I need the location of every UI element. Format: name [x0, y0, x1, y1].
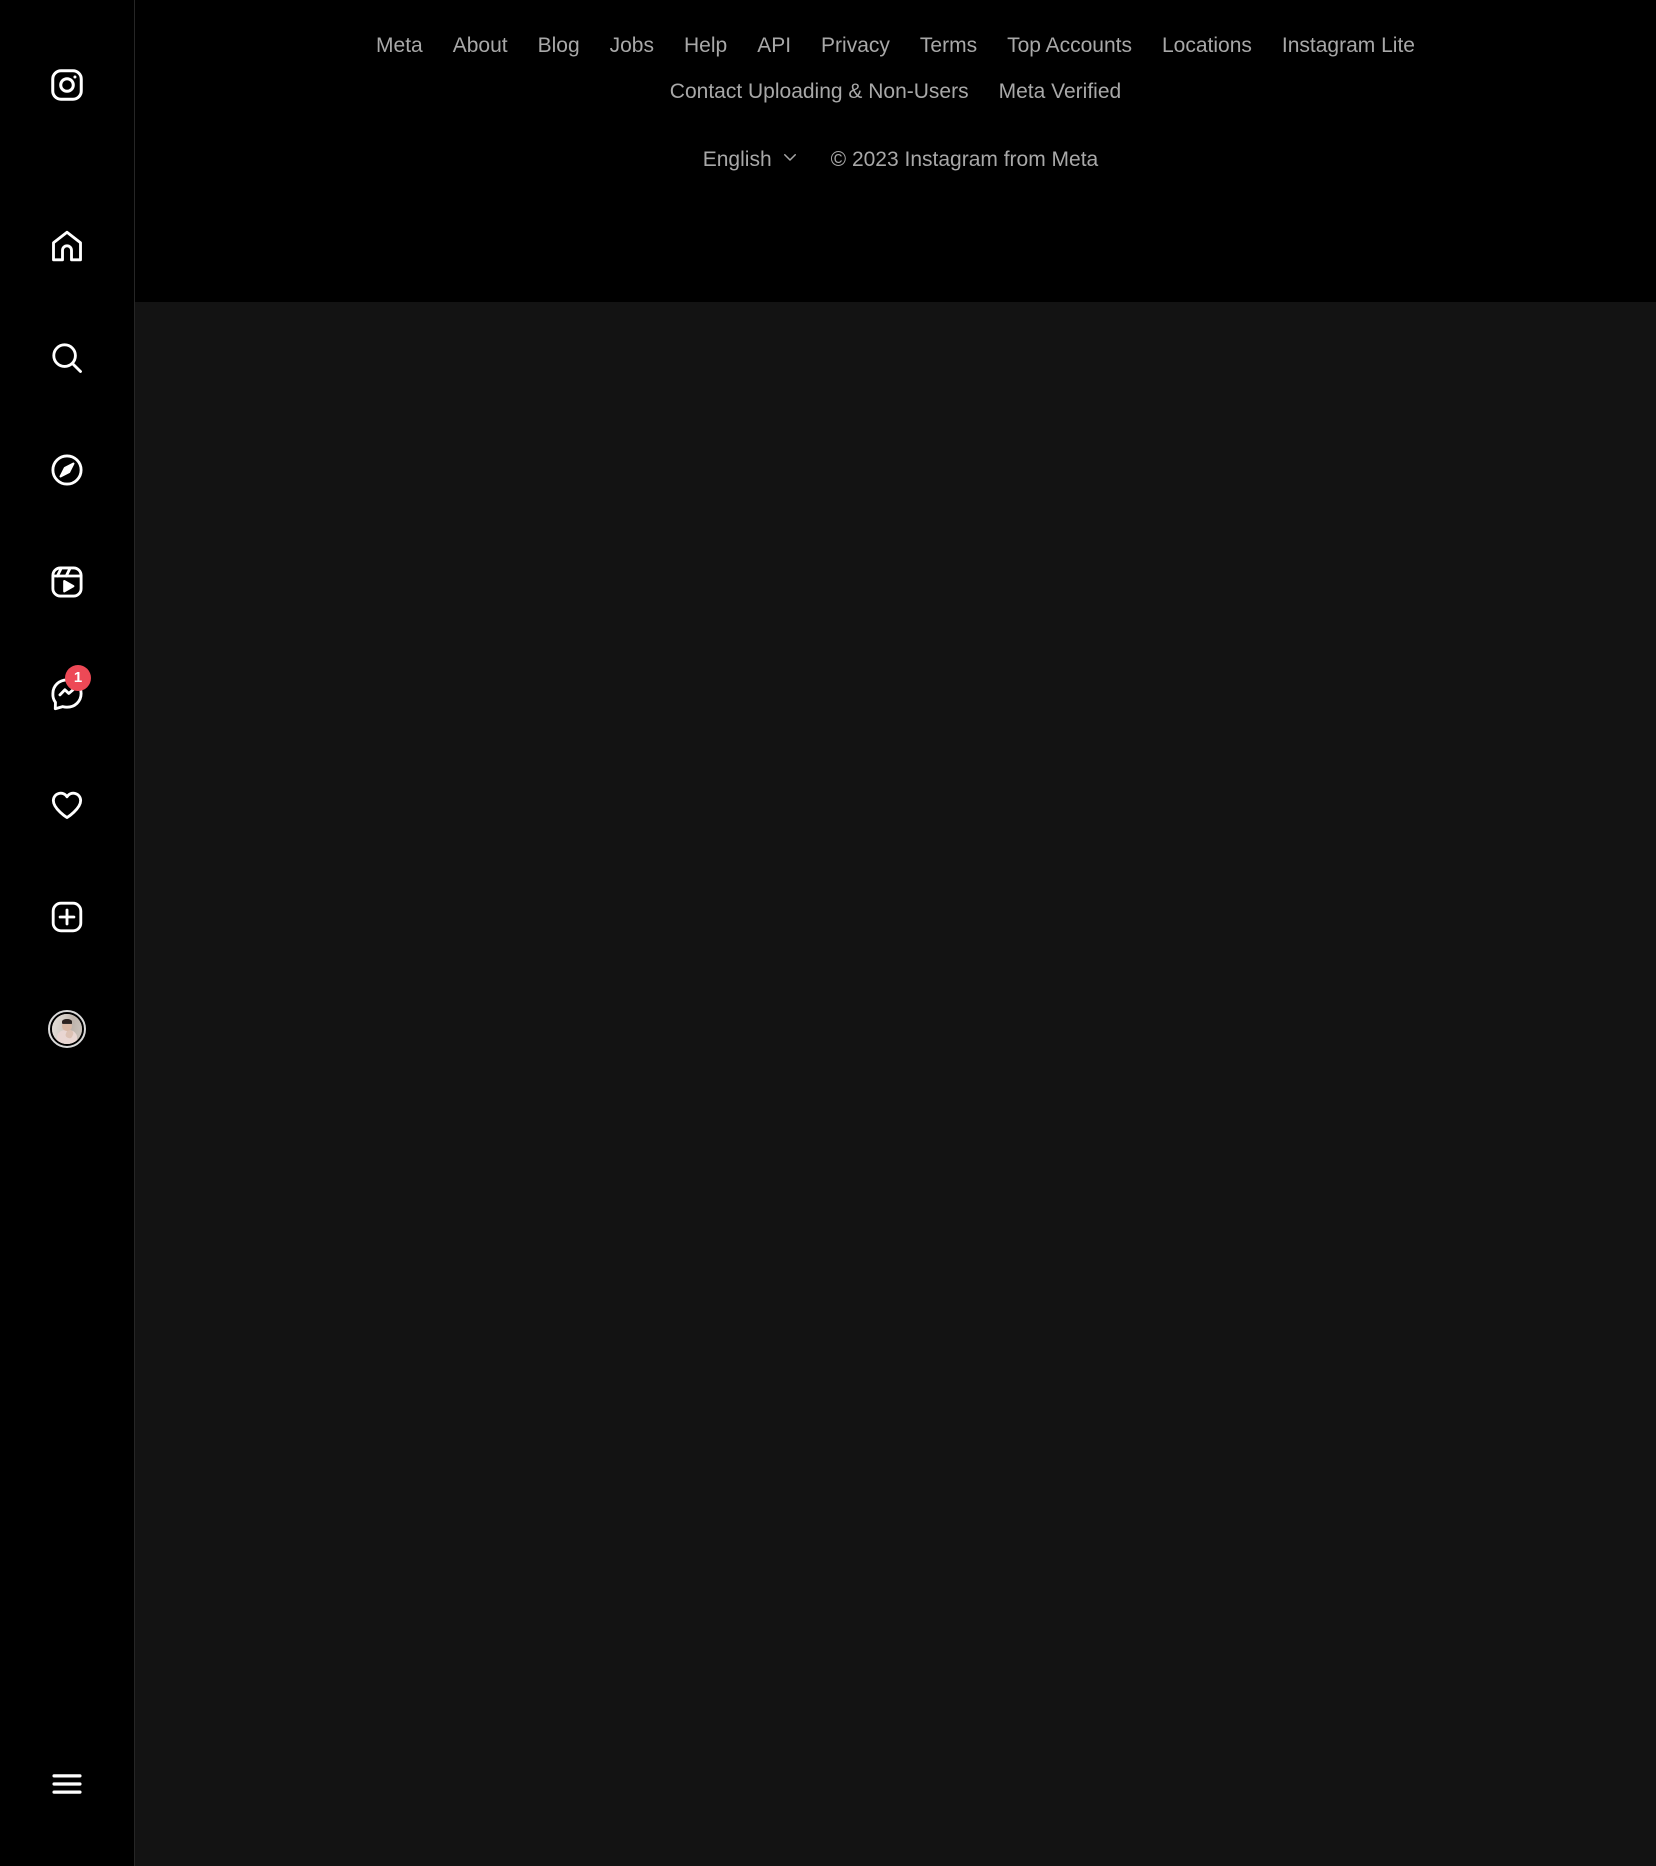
footer-link-jobs[interactable]: Jobs: [595, 33, 669, 59]
footer-meta-row: English © 2023 Instagram from Meta: [135, 147, 1656, 173]
search-icon: [49, 340, 85, 376]
chevron-down-icon: [781, 147, 799, 173]
footer-link-meta[interactable]: Meta: [361, 33, 438, 59]
sidebar-item-create[interactable]: [0, 885, 134, 949]
sidebar-item-messages[interactable]: 1: [0, 662, 134, 726]
footer-link-about[interactable]: About: [438, 33, 523, 59]
avatar-image: [52, 1014, 82, 1044]
footer-link-locations[interactable]: Locations: [1147, 33, 1267, 59]
home-icon: [49, 228, 85, 264]
footer-link-instagram-lite[interactable]: Instagram Lite: [1267, 33, 1430, 59]
plus-square-icon: [49, 899, 85, 935]
footer-link-terms[interactable]: Terms: [905, 33, 992, 59]
copyright-text: © 2023 Instagram from Meta: [830, 148, 1099, 171]
avatar: [48, 1010, 86, 1048]
site-footer: Meta About Blog Jobs Help API Privacy Te…: [135, 0, 1656, 302]
sidebar-item-reels[interactable]: [0, 550, 134, 614]
language-selector[interactable]: English: [693, 147, 809, 173]
messenger-icon: 1: [49, 665, 91, 712]
footer-link-meta-verified[interactable]: Meta Verified: [984, 79, 1137, 105]
compass-icon: [49, 452, 85, 488]
sidebar-item-search[interactable]: [0, 326, 134, 390]
footer-links-row-secondary: Contact Uploading & Non-Users Meta Verif…: [135, 79, 1656, 105]
footer-link-help[interactable]: Help: [669, 33, 742, 59]
footer-link-top-accounts[interactable]: Top Accounts: [992, 33, 1147, 59]
footer-link-api[interactable]: API: [742, 33, 806, 59]
footer-links-row-primary: Meta About Blog Jobs Help API Privacy Te…: [135, 33, 1656, 59]
sidebar-item-home[interactable]: [0, 214, 134, 278]
instagram-logo-button[interactable]: [0, 53, 134, 117]
messages-unread-badge: 1: [65, 665, 91, 691]
content-area: [135, 302, 1656, 1866]
sidebar-item-profile[interactable]: [0, 997, 134, 1061]
footer-link-privacy[interactable]: Privacy: [806, 33, 905, 59]
heart-icon: [49, 787, 85, 823]
main-region: Meta About Blog Jobs Help API Privacy Te…: [135, 0, 1656, 1866]
footer-link-blog[interactable]: Blog: [523, 33, 595, 59]
language-selector-value: English: [702, 148, 772, 171]
instagram-app: 1 Meta About Blog Jobs Help API Privacy …: [0, 0, 1656, 1866]
primary-sidebar: 1: [0, 0, 135, 1866]
footer-link-contact-uploading-non-users[interactable]: Contact Uploading & Non-Users: [655, 79, 984, 105]
sidebar-item-explore[interactable]: [0, 438, 134, 502]
hamburger-icon: [49, 1766, 85, 1802]
reels-icon: [49, 564, 85, 600]
instagram-camera-logo-icon: [49, 67, 85, 103]
sidebar-item-notifications[interactable]: [0, 773, 134, 837]
sidebar-item-more[interactable]: [0, 1752, 134, 1816]
